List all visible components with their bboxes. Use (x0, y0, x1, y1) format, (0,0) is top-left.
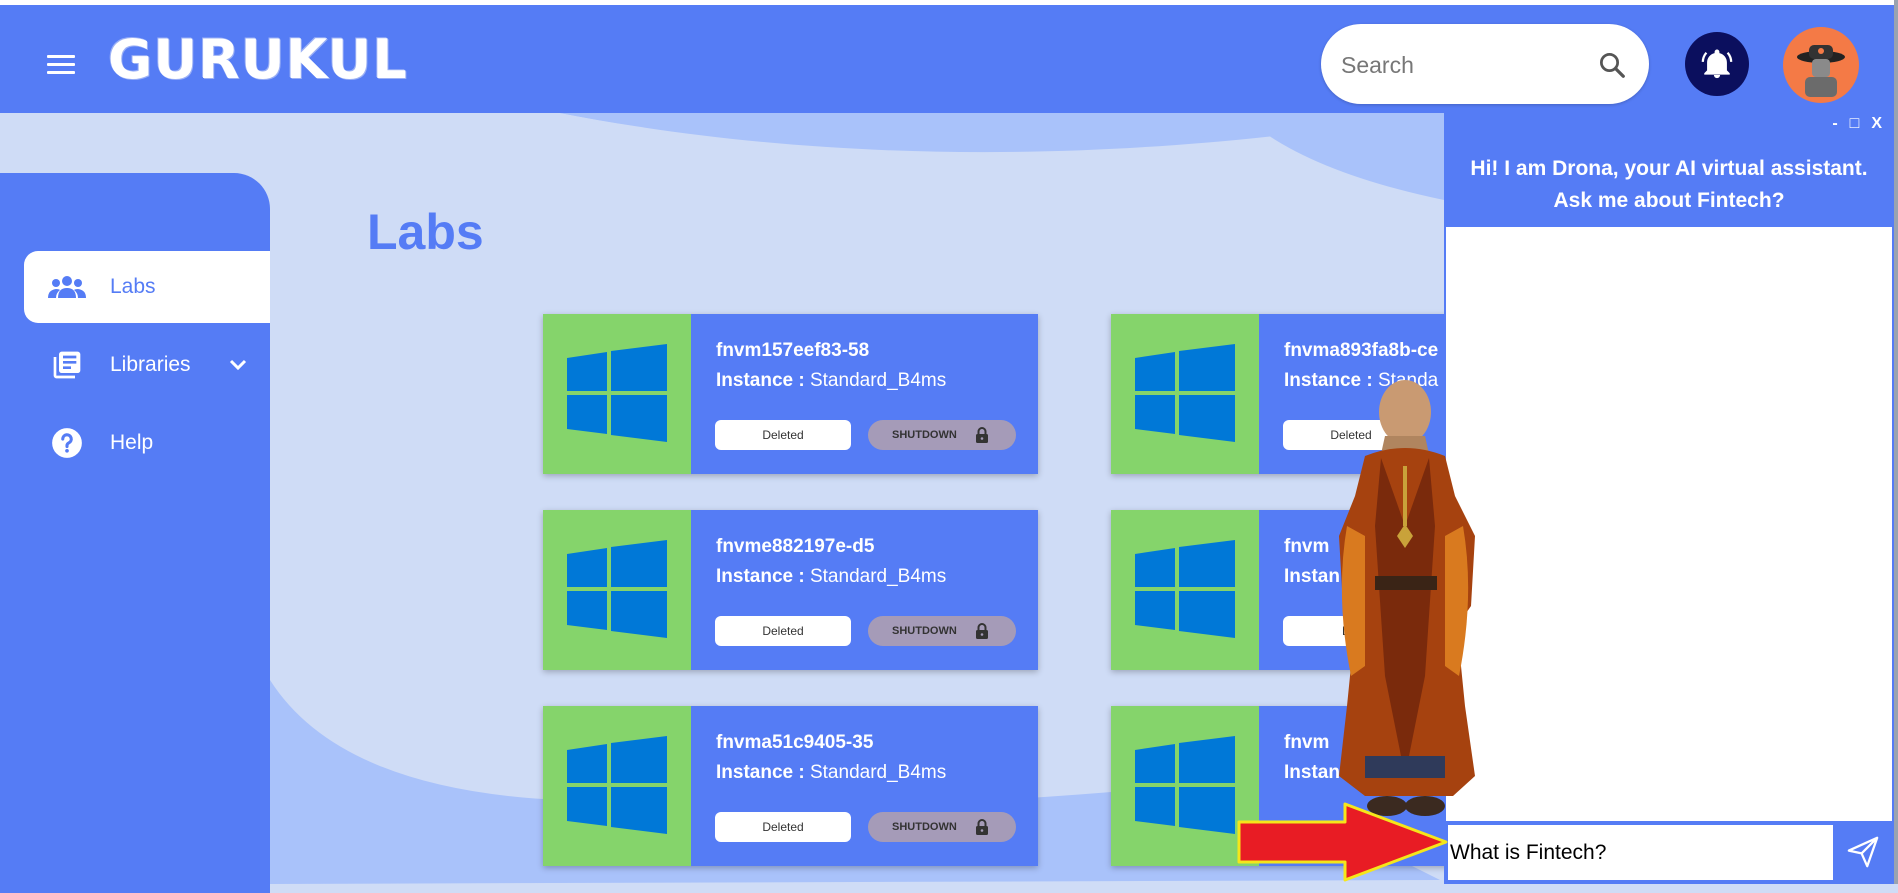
notification-bell-button[interactable] (1685, 32, 1749, 96)
lab-card[interactable]: fnvme882197e-d5 Instance : Standard_B4ms… (543, 510, 1038, 670)
user-avatar[interactable] (1783, 27, 1859, 103)
windows-logo-icon (567, 540, 667, 638)
lab-name: fnvma51c9405-35 (716, 732, 874, 753)
lab-thumbnail (543, 314, 691, 474)
maximize-icon[interactable]: □ (1850, 115, 1866, 132)
lab-thumbnail (543, 510, 691, 670)
lock-icon (976, 427, 988, 443)
windows-logo-icon (567, 344, 667, 442)
lab-name: fnvma893fa8b-ce (1284, 340, 1439, 361)
red-arrow-annotation (1237, 802, 1448, 882)
sidebar-item-help[interactable]: Help (24, 407, 270, 479)
search-icon[interactable] (1597, 50, 1627, 80)
chevron-down-icon[interactable] (226, 353, 250, 377)
lab-name: fnvm157eef83-58 (716, 340, 870, 361)
shutdown-button[interactable]: SHUTDOWN (868, 420, 1016, 450)
lab-name: fnvme882197e-d5 (716, 536, 875, 557)
status-badge: Deleted (715, 420, 851, 450)
status-badge: Deleted (715, 812, 851, 842)
windows-logo-icon (1135, 344, 1235, 442)
library-books-icon (48, 346, 86, 384)
windows-logo-icon (1135, 736, 1235, 834)
lab-name: fnvm (1284, 536, 1330, 557)
app-logo[interactable]: GURUKUL (108, 25, 408, 95)
sidebar-item-label: Help (110, 431, 154, 454)
drona-mascot-illustration (1339, 380, 1475, 816)
lab-thumbnail (1111, 314, 1259, 474)
minimize-icon[interactable]: - (1832, 115, 1843, 132)
app-header: GURUKUL (0, 5, 1898, 113)
chat-window-controls: - □ X (1826, 115, 1888, 133)
hamburger-menu-icon[interactable] (47, 55, 75, 75)
lab-instance: Instance : Standard_B4ms (716, 370, 947, 391)
windows-logo-icon (567, 736, 667, 834)
robot-avatar-icon (1797, 45, 1845, 97)
lab-name: fnvm (1284, 732, 1330, 753)
sidebar: Labs Libraries Help (0, 173, 270, 893)
search-input[interactable] (1339, 44, 1583, 86)
window-right-border (1894, 0, 1898, 884)
help-icon (48, 424, 86, 462)
send-icon[interactable] (1846, 835, 1880, 869)
shutdown-button[interactable]: SHUTDOWN (868, 616, 1016, 646)
chat-greeting: Hi! I am Drona, your AI virtual assistan… (1470, 157, 1868, 212)
bell-icon (1701, 49, 1733, 79)
search-box[interactable] (1321, 24, 1649, 104)
group-icon (48, 268, 86, 306)
close-icon[interactable]: X (1871, 115, 1888, 132)
lab-instance: Instance : Standard_B4ms (716, 762, 947, 783)
sidebar-item-libraries[interactable]: Libraries (24, 329, 270, 401)
lab-card[interactable]: fnvma51c9405-35 Instance : Standard_B4ms… (543, 706, 1038, 866)
windows-logo-icon (1135, 540, 1235, 638)
shutdown-button[interactable]: SHUTDOWN (868, 812, 1016, 842)
sidebar-item-labs[interactable]: Labs (24, 251, 270, 323)
chat-message-input[interactable] (1448, 825, 1833, 880)
sidebar-item-label: Labs (110, 275, 156, 298)
sidebar-item-label: Libraries (110, 353, 191, 376)
chat-header: - □ X Hi! I am Drona, your AI virtual assi… (1446, 115, 1892, 227)
lab-thumbnail (1111, 510, 1259, 670)
lab-card[interactable]: fnvm157eef83-58 Instance : Standard_B4ms… (543, 314, 1038, 474)
lock-icon (976, 819, 988, 835)
lab-instance: Instance : Standard_B4ms (716, 566, 947, 587)
chat-input-row (1446, 821, 1892, 882)
status-badge: Deleted (715, 616, 851, 646)
lab-thumbnail (543, 706, 691, 866)
page-title: Labs (367, 204, 484, 260)
chat-widget: - □ X Hi! I am Drona, your AI virtual assi… (1444, 113, 1894, 884)
lock-icon (976, 623, 988, 639)
